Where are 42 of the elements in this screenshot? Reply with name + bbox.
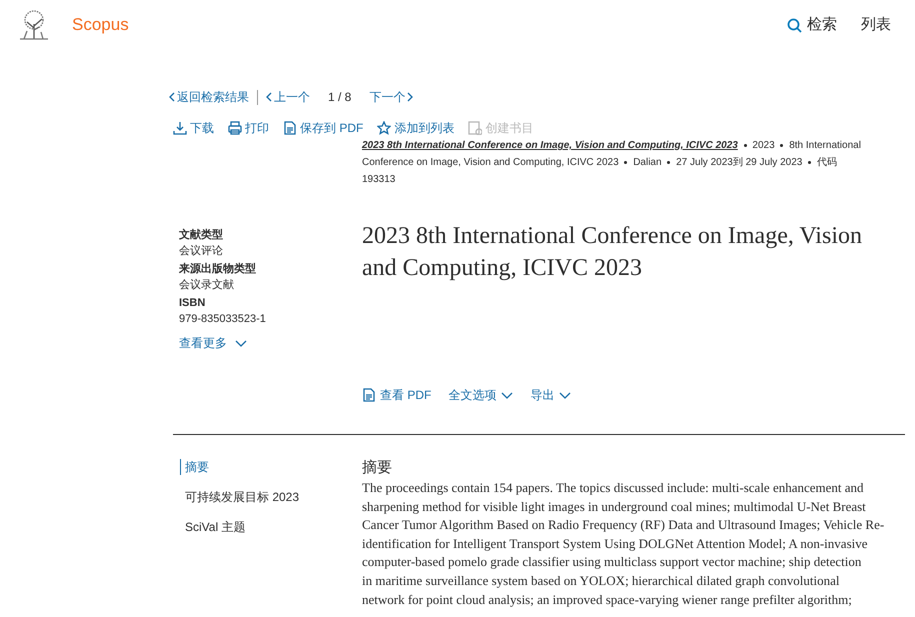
document-action-button[interactable]: 查看 PDF <box>362 386 432 404</box>
source-title-link[interactable]: 2023 8th International Conference on Image, Vision and Computing, ICIVC 2023 <box>362 140 738 151</box>
brand-name[interactable]: Scopus <box>72 12 129 38</box>
chevron-left-icon <box>169 92 175 102</box>
abstract-text: The proceedings contain 154 papers. The topics discussed include: multi-scale enhancement and sharpening method for visible light images in underground coal mines; multimodal U-Net Breast Cancer Tumor Algorithm Based on Radio Frequency (RF) Data and Ultrasound Images; Vehicle Re- identification for Intelligent Transport System Using DOLGNet Attention Model; A non-invasive computer-based pomelo grade classifier using multiclass support vector machine; ship detection in maritime surveillance system based on YOLOX; hierarchical dilated graph convolutional network for point cloud analysis; an improved space-varying wiener range prefilter algorithm; <box>362 479 884 609</box>
toc-link[interactable]: SciVal 主题 <box>180 519 358 535</box>
star-icon <box>377 121 392 135</box>
metadata-value: 会议录文献 <box>179 278 235 293</box>
metadata-label: ISBN <box>179 296 206 311</box>
download-icon <box>173 121 187 135</box>
abstract-heading: 摘要 <box>362 459 393 477</box>
action-button[interactable]: 保存到 PDF <box>283 119 364 137</box>
source-info: 2023 8th International Conference on Image, Vision and Computing, ICIVC 2023 2023 8th International Conference on Image, Vision and Computing, ICIVC 2023 Dalian 27 July 2023到 29 July 2023 代码 193313 <box>362 139 862 187</box>
back-link[interactable]: 返回检索结果 <box>169 88 249 106</box>
chevron-down-icon <box>501 390 514 400</box>
result-position: 1 / 8 <box>328 89 352 106</box>
chevron-right-icon <box>407 92 414 102</box>
chevron-left-icon <box>266 92 272 102</box>
nav-link[interactable]: 检索 <box>787 14 837 36</box>
metadata-label: 来源出版物类型 <box>179 262 257 277</box>
metadata-label: 文献类型 <box>179 228 224 243</box>
previous-link[interactable]: 上一个 <box>266 88 310 106</box>
toc-link[interactable]: 可持续发展目标 2023 <box>180 489 358 505</box>
bibliography-icon <box>468 121 482 135</box>
action-button[interactable]: 添加到列表 <box>377 119 454 137</box>
pdf-icon <box>283 121 297 135</box>
document-title: 2023 8th International Conference on Image, Vision and Computing, ICIVC 2023 <box>362 222 863 283</box>
metadata-value: 会议评论 <box>179 244 224 259</box>
pdf-icon <box>362 388 375 402</box>
chevron-down-icon <box>235 338 247 348</box>
document-action-button[interactable]: 导出 <box>530 386 572 404</box>
action-button[interactable]: 打印 <box>228 119 269 137</box>
chevron-down-icon <box>559 390 572 400</box>
action-button[interactable]: 下载 <box>173 119 214 137</box>
print-icon <box>228 121 242 135</box>
show-more-link[interactable]: 查看更多 <box>179 334 362 352</box>
toc-link[interactable]: 摘要 <box>180 459 358 475</box>
search-icon <box>787 18 802 32</box>
next-link[interactable]: 下一个 <box>369 88 414 106</box>
document-action-button[interactable]: 全文选项 <box>448 386 514 404</box>
nav-link[interactable]: 列表 <box>861 14 891 36</box>
metadata-value: 979-835033523-1 <box>179 312 267 327</box>
